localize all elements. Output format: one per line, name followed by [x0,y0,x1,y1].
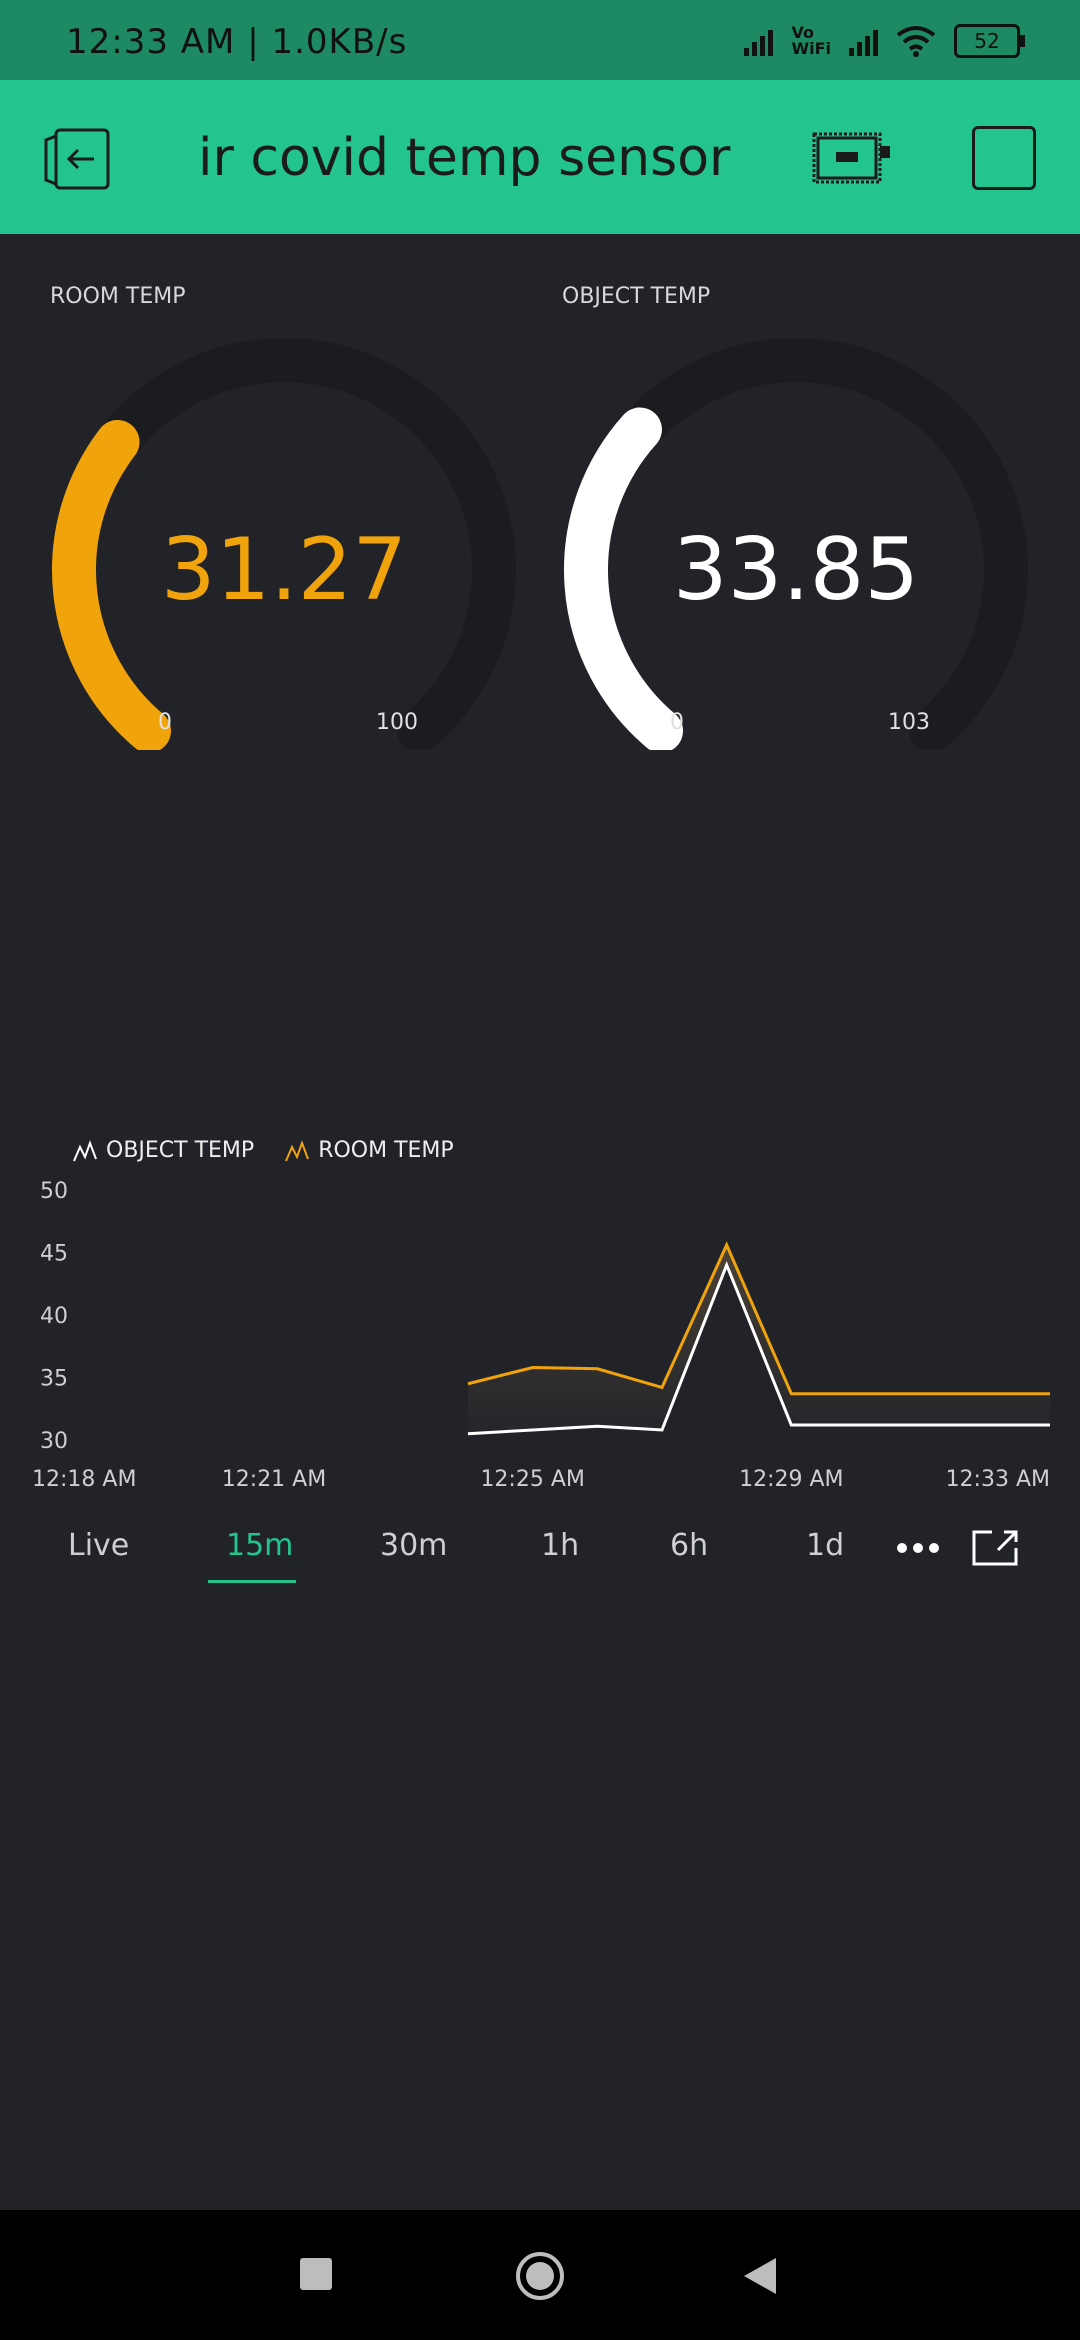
home-icon[interactable] [514,2250,566,2302]
room-temp-label: ROOM TEMP [50,284,186,309]
status-icons: Vo WiFi 52 [744,23,1025,58]
y-tick-label: 50 [40,1179,68,1204]
stop-button[interactable] [972,126,1036,190]
legend-room-temp-label: ROOM TEMP [318,1138,454,1163]
y-tick-label: 40 [40,1304,68,1329]
room-temp-min: 0 [158,710,172,735]
object-temp-label: OBJECT TEMP [562,284,711,309]
recents-icon[interactable] [300,2258,332,2290]
object-temp-gauge: 33.85 0 103 [556,330,1036,753]
more-dots-icon[interactable] [896,1538,940,1558]
status-time: 12:33 AM | 1.0KB/s [66,22,408,62]
y-tick-label: 30 [40,1429,68,1454]
device-board-icon[interactable] [812,128,894,188]
x-tick-label: 12:25 AM [480,1467,584,1492]
signal-icon-2 [849,26,878,56]
x-tick-label: 12:29 AM [739,1467,843,1492]
room-temp-max: 100 [376,710,418,735]
exit-door-icon[interactable] [42,126,114,192]
tab-6h[interactable]: 6h [670,1528,708,1563]
tab-live[interactable]: Live [68,1528,129,1563]
tab-1h[interactable]: 1h [541,1528,579,1563]
active-tab-indicator [208,1580,296,1583]
line-chart-icon [285,1139,310,1161]
page-title: ir covid temp sensor [198,128,731,188]
back-icon[interactable] [742,2256,778,2296]
legend-object-temp-label: OBJECT TEMP [106,1138,255,1163]
battery-icon: 52 [954,24,1025,58]
x-tick-label: 12:21 AM [222,1467,326,1492]
signal-icon [744,26,774,56]
line-chart-icon [73,1139,97,1161]
room-temp-value: 31.27 [160,520,408,620]
object-temp-max: 103 [888,710,930,735]
tab-30m[interactable]: 30m [380,1528,447,1563]
chart-area-fill [468,1245,1050,1434]
room-temp-gauge: 31.27 0 100 [44,330,524,753]
time-range-tabs: Live 15m 30m 1h 6h 1d [0,1528,1080,1598]
wifi-icon [896,26,936,57]
chart-legend: OBJECT TEMP ROOM TEMP [72,1138,474,1163]
system-nav-bar [0,2210,1080,2340]
tab-1d[interactable]: 1d [806,1528,844,1563]
object-temp-min: 0 [670,710,684,735]
x-tick-label: 12:18 AM [32,1467,136,1492]
app-header: ir covid temp sensor [0,80,1080,234]
status-bar: 12:33 AM | 1.0KB/s Vo WiFi 52 [0,0,1080,80]
y-tick-label: 35 [40,1367,68,1392]
x-tick-label: 12:33 AM [946,1467,1050,1492]
legend-room-temp[interactable]: ROOM TEMP [284,1138,454,1163]
y-tick-label: 45 [40,1242,68,1267]
open-external-icon[interactable] [970,1528,1020,1568]
temperature-chart: 50 45 40 35 30 12:18 AM 12:21 AM 12:25 AM 12:29 … [32,1179,1050,1492]
object-temp-value: 33.85 [672,520,920,620]
legend-object-temp[interactable]: OBJECT TEMP [72,1138,254,1163]
vowifi-label: Vo WiFi [791,23,831,58]
tab-15m[interactable]: 15m [226,1528,293,1563]
